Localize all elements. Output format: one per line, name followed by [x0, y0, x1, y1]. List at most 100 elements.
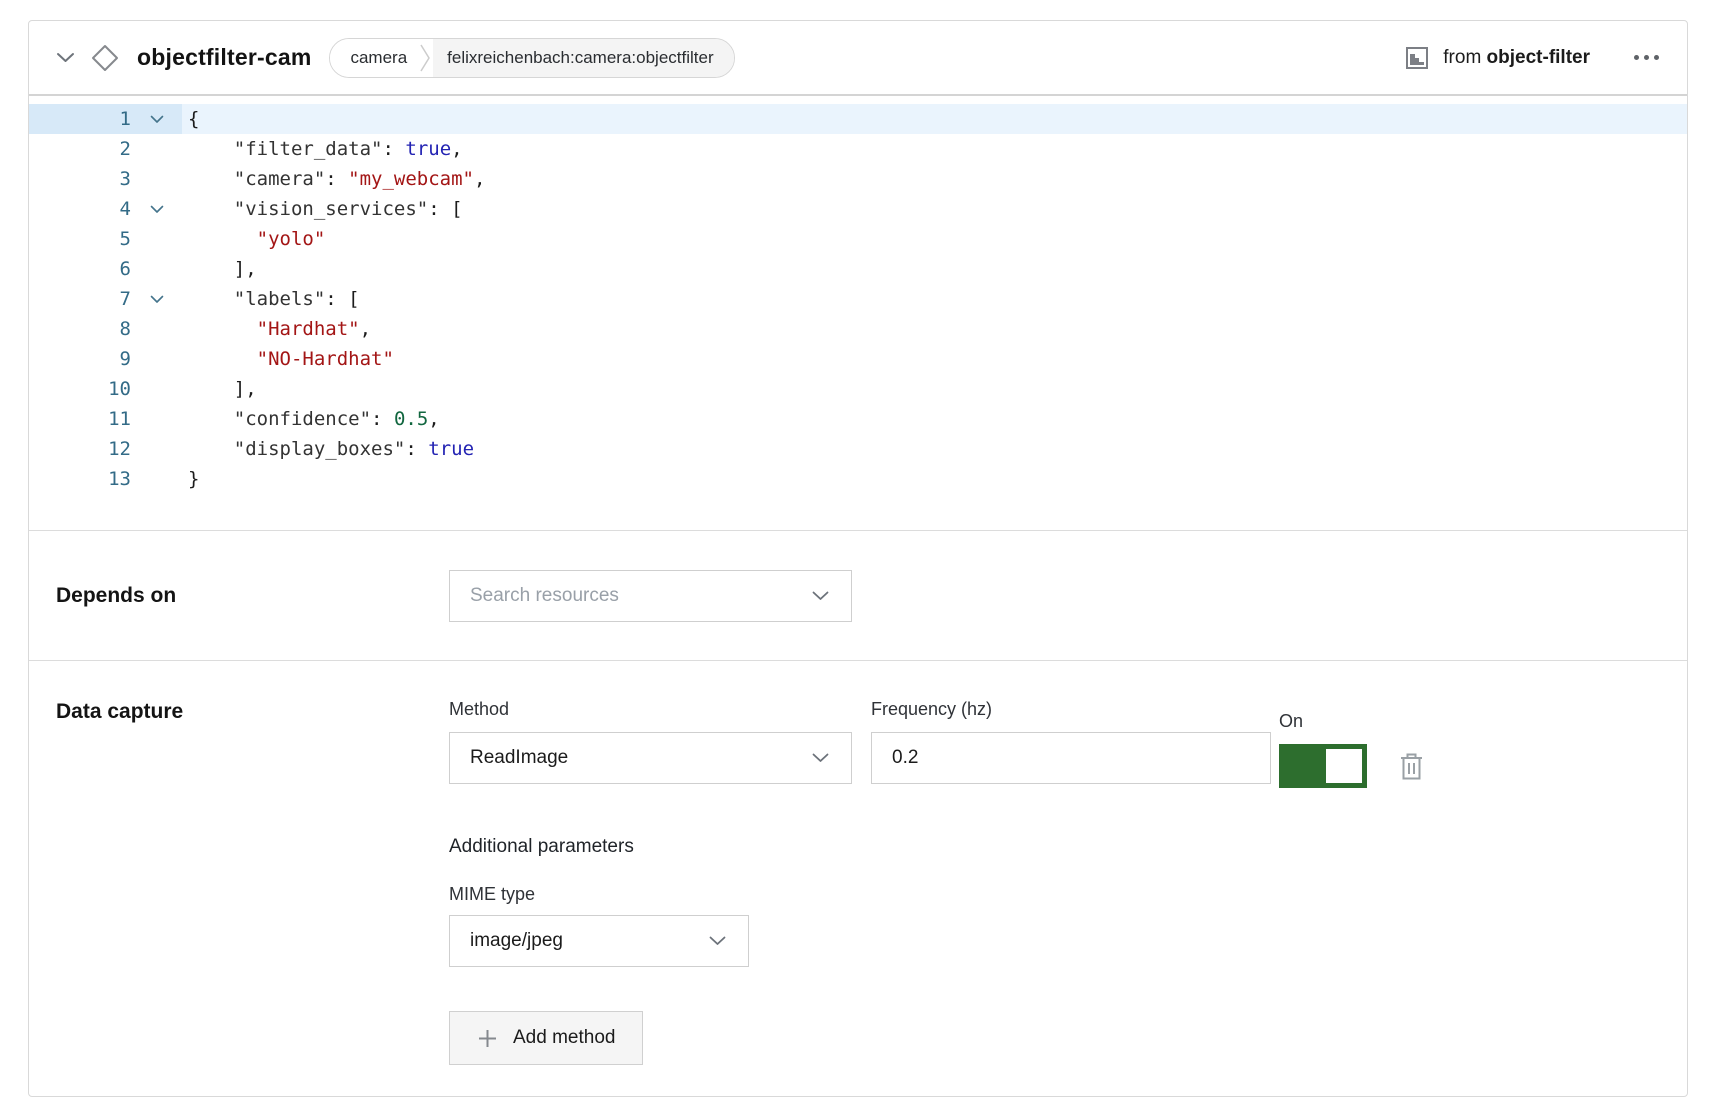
editor-gutter: 2	[29, 134, 182, 164]
line-number: 10	[29, 374, 131, 404]
method-label: Method	[449, 699, 852, 720]
on-label: On	[1279, 711, 1424, 732]
fold-spacer	[131, 254, 182, 284]
fold-spacer	[131, 404, 182, 434]
code-line[interactable]: 2 "filter_data": true,	[29, 134, 1687, 164]
module-icon	[1404, 45, 1430, 71]
editor-gutter: 11	[29, 404, 182, 434]
line-number: 11	[29, 404, 131, 434]
resource-card: objectfilter-cam camera felixreichenbach…	[28, 20, 1688, 1097]
code-line[interactable]: 3 "camera": "my_webcam",	[29, 164, 1687, 194]
from-text: from object-filter	[1443, 47, 1590, 69]
fold-chevron-icon[interactable]	[131, 284, 182, 314]
chevron-down-icon	[812, 591, 829, 601]
add-method-button[interactable]: Add method	[449, 1011, 643, 1065]
line-number: 2	[29, 134, 131, 164]
type-label: camera	[330, 39, 417, 77]
method-field-group: Method ReadImage	[449, 699, 852, 788]
line-number: 7	[29, 284, 131, 314]
code-text: "yolo"	[182, 224, 325, 254]
depends-on-search-select[interactable]: Search resources	[449, 570, 852, 622]
line-number: 13	[29, 464, 131, 494]
collapse-chevron-icon[interactable]	[56, 52, 75, 63]
mime-type-value: image/jpeg	[470, 930, 563, 952]
code-line[interactable]: 9 "NO-Hardhat"	[29, 344, 1687, 374]
data-capture-section: Data capture Method ReadImage Frequency …	[29, 661, 1687, 1065]
line-number: 3	[29, 164, 131, 194]
code-text: "vision_services": [	[182, 194, 463, 224]
additional-parameters-label: Additional parameters	[449, 836, 1424, 858]
line-number: 1	[29, 104, 131, 134]
fold-chevron-icon[interactable]	[131, 104, 182, 134]
fold-spacer	[131, 134, 182, 164]
line-number: 8	[29, 314, 131, 344]
depends-on-label: Depends on	[56, 584, 449, 608]
method-value: ReadImage	[470, 747, 568, 769]
capture-on-toggle[interactable]	[1279, 744, 1367, 788]
code-line[interactable]: 13}	[29, 464, 1687, 494]
code-line[interactable]: 4 "vision_services": [	[29, 194, 1687, 224]
code-text: "Hardhat",	[182, 314, 371, 344]
code-line[interactable]: 7 "labels": [	[29, 284, 1687, 314]
fold-spacer	[131, 434, 182, 464]
editor-gutter: 9	[29, 344, 182, 374]
resource-name: objectfilter-cam	[137, 44, 311, 71]
code-text: "confidence": 0.5,	[182, 404, 440, 434]
code-text: ],	[182, 374, 257, 404]
fold-chevron-icon[interactable]	[131, 194, 182, 224]
frequency-label: Frequency (hz)	[871, 699, 1271, 720]
toggle-knob	[1326, 749, 1362, 783]
chevron-down-icon	[812, 753, 829, 763]
mime-type-select[interactable]: image/jpeg	[449, 915, 749, 967]
method-select[interactable]: ReadImage	[449, 732, 852, 784]
editor-gutter: 5	[29, 224, 182, 254]
code-line[interactable]: 5 "yolo"	[29, 224, 1687, 254]
mime-type-label: MIME type	[449, 884, 1424, 905]
code-text: "labels": [	[182, 284, 360, 314]
module-source: from object-filter	[1404, 45, 1590, 71]
frequency-field-group: Frequency (hz)	[871, 699, 1271, 788]
plus-icon	[477, 1028, 498, 1049]
code-line[interactable]: 11 "confidence": 0.5,	[29, 404, 1687, 434]
code-line[interactable]: 1{	[29, 104, 1687, 134]
chevron-down-icon	[709, 936, 726, 946]
capture-toggle-group: On	[1279, 711, 1424, 788]
fold-spacer	[131, 224, 182, 254]
resource-header: objectfilter-cam camera felixreichenbach…	[29, 21, 1687, 96]
fold-spacer	[131, 164, 182, 194]
editor-gutter: 12	[29, 434, 182, 464]
code-line[interactable]: 6 ],	[29, 254, 1687, 284]
depends-on-section: Depends on Search resources	[29, 531, 1687, 661]
code-text: {	[182, 104, 199, 134]
code-editor[interactable]: 1{2 "filter_data": true,3 "camera": "my_…	[29, 96, 1687, 531]
editor-gutter: 10	[29, 374, 182, 404]
editor-gutter: 13	[29, 464, 182, 494]
camera-component-icon	[89, 42, 121, 74]
code-text: "filter_data": true,	[182, 134, 463, 164]
data-capture-label: Data capture	[56, 699, 449, 724]
editor-gutter: 1	[29, 104, 182, 134]
code-line[interactable]: 8 "Hardhat",	[29, 314, 1687, 344]
code-text: "NO-Hardhat"	[182, 344, 394, 374]
add-method-label: Add method	[513, 1027, 615, 1049]
code-line[interactable]: 12 "display_boxes": true	[29, 434, 1687, 464]
editor-gutter: 3	[29, 164, 182, 194]
delete-method-trash-icon[interactable]	[1399, 752, 1424, 781]
line-number: 6	[29, 254, 131, 284]
resource-type-badge: camera felixreichenbach:camera:objectfil…	[329, 38, 734, 78]
code-text: }	[182, 464, 199, 494]
editor-gutter: 7	[29, 284, 182, 314]
more-options-button[interactable]	[1632, 49, 1661, 66]
search-placeholder: Search resources	[470, 585, 619, 607]
fold-spacer	[131, 464, 182, 494]
code-text: ],	[182, 254, 257, 284]
fold-spacer	[131, 344, 182, 374]
code-text: "camera": "my_webcam",	[182, 164, 485, 194]
fold-spacer	[131, 374, 182, 404]
model-label: felixreichenbach:camera:objectfilter	[433, 39, 733, 77]
editor-gutter: 4	[29, 194, 182, 224]
code-line[interactable]: 10 ],	[29, 374, 1687, 404]
line-number: 12	[29, 434, 131, 464]
frequency-input[interactable]	[871, 732, 1271, 784]
fold-spacer	[131, 314, 182, 344]
